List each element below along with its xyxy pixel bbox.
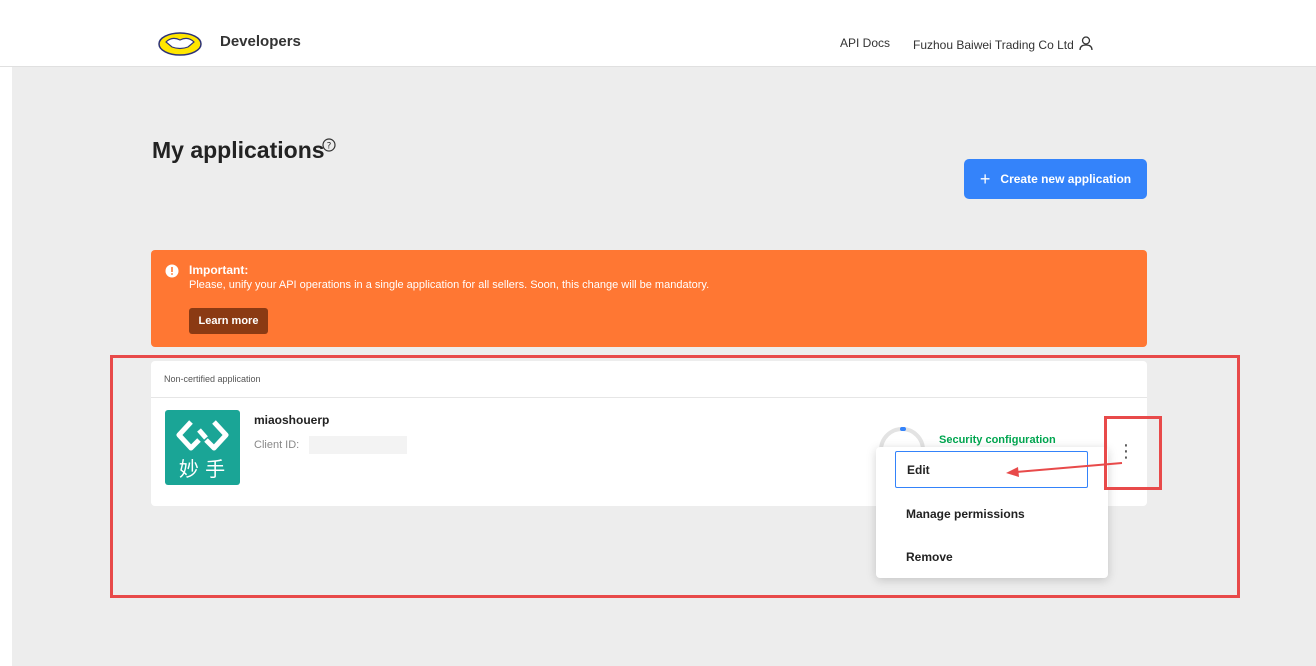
menu-item-remove[interactable]: Remove: [876, 537, 1108, 577]
help-icon[interactable]: ?: [322, 138, 336, 157]
brand-title: Developers: [220, 33, 301, 50]
app-logo-text: 妙 手: [179, 457, 225, 481]
client-id-label: Client ID:: [254, 439, 300, 451]
important-notice-banner: Important: Please, unify your API operat…: [151, 250, 1147, 347]
app-logo-icon: 妙 手: [165, 410, 240, 485]
non-certified-label: Non-certified application: [151, 361, 1147, 398]
banner-title: Important:: [189, 263, 249, 277]
handshake-logo-icon[interactable]: [158, 28, 202, 61]
learn-more-button[interactable]: Learn more: [189, 308, 268, 334]
client-id-value-redacted: [309, 436, 407, 454]
security-configuration-link[interactable]: Security configuration: [939, 434, 1056, 446]
user-icon: [1078, 35, 1094, 54]
top-navigation-bar: Developers API Docs Fuzhou Baiwei Tradin…: [0, 0, 1316, 67]
account-menu[interactable]: Fuzhou Baiwei Trading Co Ltd: [913, 35, 1094, 54]
page-title: My applications: [152, 137, 325, 163]
app-name: miaoshouerp: [254, 413, 330, 427]
banner-text: Please, unify your API operations in a s…: [189, 279, 710, 291]
svg-text:?: ?: [327, 142, 332, 152]
create-new-application-button[interactable]: + Create new application: [964, 159, 1147, 199]
warning-icon: [165, 264, 179, 283]
plus-icon: +: [979, 169, 991, 189]
account-name: Fuzhou Baiwei Trading Co Ltd: [913, 37, 1074, 52]
menu-item-manage-permissions[interactable]: Manage permissions: [876, 494, 1108, 534]
api-docs-link[interactable]: API Docs: [840, 36, 890, 50]
more-options-kebab-icon[interactable]: ⋮: [1117, 440, 1135, 464]
application-actions-menu: Edit Manage permissions Remove: [876, 447, 1108, 578]
create-button-label: Create new application: [1000, 172, 1132, 186]
menu-item-edit[interactable]: Edit: [895, 451, 1088, 488]
